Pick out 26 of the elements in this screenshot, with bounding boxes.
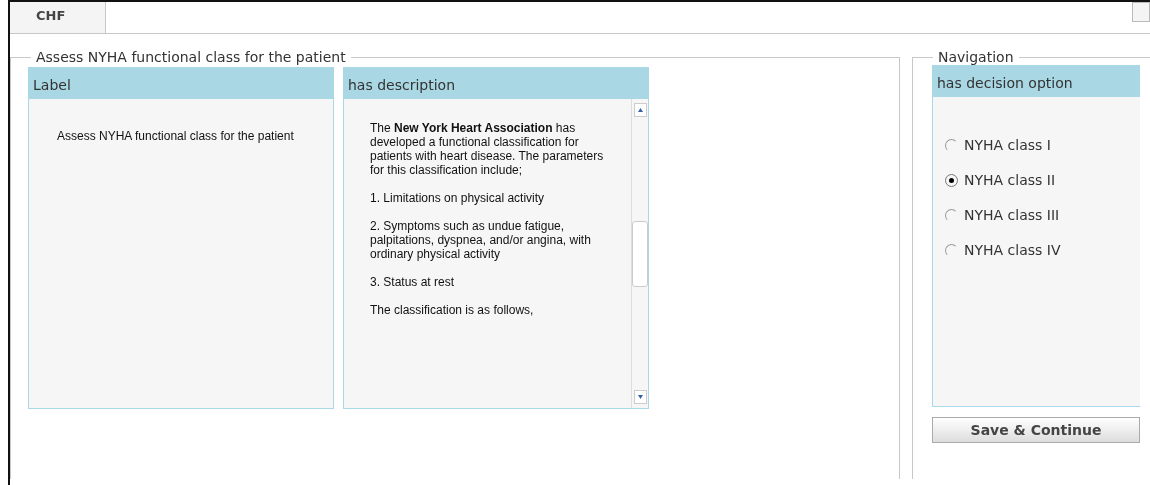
panel-header: Label	[29, 68, 333, 99]
description-paragraph: 3. Status at rest	[370, 275, 456, 289]
scrollbar[interactable]	[631, 99, 648, 408]
option-label[interactable]: NYHA class I	[964, 137, 1051, 153]
description-paragraph: 1. Limitations on physical activity	[370, 191, 546, 205]
radio-option[interactable]: NYHA class III	[945, 207, 1140, 223]
group-legend: Navigation	[933, 49, 1019, 65]
label-text: Assess NYHA functional class for the patient	[56, 128, 295, 143]
group-legend: Assess NYHA functional class for the patient	[31, 49, 351, 65]
scroll-up-icon[interactable]	[633, 103, 647, 117]
scroll-down-icon[interactable]	[633, 390, 647, 404]
option-label[interactable]: NYHA class III	[964, 207, 1060, 223]
radio-option[interactable]: NYHA class IV	[945, 242, 1140, 258]
tab[interactable]: CHF	[10, 2, 106, 33]
radio-option[interactable]: NYHA class II	[945, 172, 1140, 188]
panel-header: has description	[344, 68, 648, 99]
description-paragraph: 2. Symptoms such as undue fatigue, palpitations, dyspnea, and/or angina, with ordinary physical activity	[370, 219, 592, 261]
save-continue-button[interactable]: Save & Continue	[932, 417, 1140, 443]
radio-option[interactable]: NYHA class I	[945, 137, 1140, 153]
scroll-thumb[interactable]	[632, 220, 648, 287]
panel-header: has decision option	[933, 66, 1140, 97]
window-corner-box	[1132, 2, 1150, 22]
option-label[interactable]: NYHA class II	[964, 172, 1056, 188]
option-label[interactable]: NYHA class IV	[964, 242, 1061, 258]
description-paragraph: The classification is as follows,	[370, 303, 535, 317]
description-paragraph: The New York Heart Association has developed a functional classification for patients with heart disease. The parameters for this classification include;	[370, 121, 605, 177]
